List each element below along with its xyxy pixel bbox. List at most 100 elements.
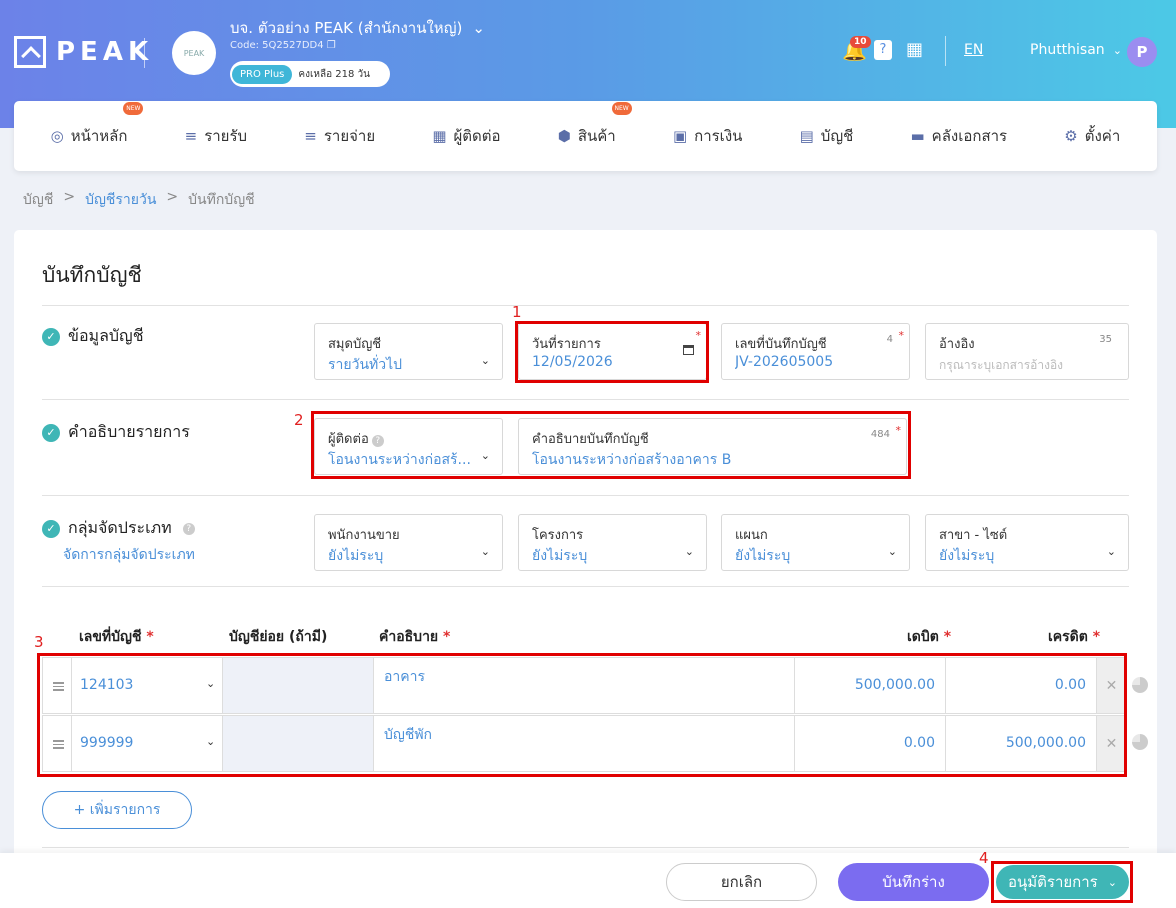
field-label: สมุดบัญชี — [328, 337, 382, 352]
nav-accounting-label: บัญชี — [820, 127, 854, 145]
highlight-box-4 — [991, 861, 1133, 903]
nav-income[interactable]: ≡ รายรับ — [185, 124, 247, 148]
field-value: ยังไม่ระบุ — [328, 548, 384, 564]
char-count: 35 — [1099, 334, 1112, 345]
nav-finance-label: การเงิน — [694, 127, 743, 145]
peak-logo[interactable]: PEAK — [14, 36, 153, 68]
save-draft-button[interactable]: บันทึกร่าง — [838, 863, 989, 901]
company-avatar[interactable]: PEAK — [172, 31, 216, 75]
box-icon: ⬢ — [557, 127, 571, 145]
field-label: อ้างอิง — [939, 337, 975, 352]
breadcrumb-journal[interactable]: บัญชีรายวัน — [85, 189, 156, 211]
field-value: ยังไม่ระบุ — [532, 548, 588, 564]
required-mark: * — [943, 629, 952, 645]
nav-settings-label: ตั้งค่า — [1084, 127, 1121, 145]
project-select[interactable]: โครงการ ยังไม่ระบุ ⌄ — [518, 514, 707, 571]
chevron-down-icon: ⌄ — [480, 545, 490, 558]
field-label: แผนก — [735, 528, 768, 543]
field-label: พนักงานขาย — [328, 528, 400, 543]
breadcrumb-accounting[interactable]: บัญชี — [23, 189, 53, 211]
salesperson-select[interactable]: พนักงานขายยังไม่ระบุ ⌄ — [314, 514, 503, 571]
dashboard-icon: ◎ — [50, 127, 64, 145]
col-header-text: เลขที่บัญชี — [79, 629, 142, 645]
divider — [42, 847, 1129, 848]
main-nav: ◎ หน้าหลัก NEW ≡ รายรับ ≡ รายจ่าย ▦ ผู้ติดต่อ… — [14, 101, 1157, 171]
required-mark: * — [146, 629, 154, 645]
field-placeholder: กรุณาระบุเอกสารอ้างอิง — [939, 358, 1064, 372]
field-value: ยังไม่ระบุ — [939, 548, 995, 564]
doc-number-field[interactable]: เลขที่บันทึกบัญชี JV-202605005 4 * — [721, 323, 910, 380]
nav-settings[interactable]: ⚙ ตั้งค่า — [1064, 124, 1120, 148]
nav-contacts[interactable]: ▦ ผู้ติดต่อ — [432, 124, 500, 148]
folder-icon: ▬ — [910, 127, 925, 145]
divider — [945, 36, 946, 66]
nav-accounting[interactable]: ▤ บัญชี — [800, 124, 854, 148]
divider — [42, 399, 1129, 400]
new-badge: NEW — [123, 102, 144, 115]
company-switcher[interactable]: บจ. ตัวอย่าง PEAK (สำนักงานใหญ่) ⌄ — [230, 16, 485, 40]
section-title: ข้อมูลบัญชี — [68, 326, 144, 345]
highlight-box-1 — [515, 321, 709, 383]
branch-select[interactable]: สาขา - ไซต์ยังไม่ระบุ ⌄ — [925, 514, 1129, 571]
chevron-down-icon: ⌄ — [1106, 545, 1116, 558]
breadcrumb-current: บันทึกบัญชี — [188, 192, 255, 208]
field-value: รายวันทั่วไป — [328, 357, 403, 373]
user-avatar-initial: P — [1136, 43, 1148, 61]
copy-icon[interactable]: ❐ — [327, 40, 336, 51]
annotation-number-1: 1 — [512, 303, 522, 321]
page-title: บันทึกบัญชี — [42, 263, 142, 287]
nav-finance[interactable]: ▣ การเงิน — [673, 124, 742, 148]
apps-grid-icon[interactable]: ▦ — [906, 39, 923, 61]
money-icon: ▣ — [672, 127, 688, 145]
add-row-button[interactable]: + เพิ่มรายการ — [42, 791, 192, 829]
allocation-pie-icon[interactable] — [1132, 677, 1148, 693]
nav-contacts-label: ผู้ติดต่อ — [453, 127, 501, 145]
plan-name: PRO Plus — [232, 64, 293, 84]
divider — [42, 586, 1129, 587]
journal-select[interactable]: สมุดบัญชี รายวันทั่วไป ⌄ — [314, 323, 503, 380]
help-icon[interactable]: ? — [182, 522, 195, 535]
chevron-down-icon: ⌄ — [472, 19, 485, 37]
chevron-down-icon: ⌄ — [684, 545, 694, 558]
notification-count: 10 — [850, 36, 871, 48]
user-avatar[interactable]: P — [1127, 37, 1157, 67]
check-circle-icon: ✓ — [42, 519, 60, 538]
section-grouping: ✓ กลุ่มจัดประเภท? — [42, 516, 195, 541]
company-avatar-text: PEAK — [183, 48, 205, 58]
field-label: สาขา - ไซต์ — [939, 528, 1008, 543]
allocation-pie-icon[interactable] — [1132, 734, 1148, 750]
required-mark: * — [443, 629, 451, 645]
col-header-text: คำอธิบาย — [379, 629, 439, 645]
highlight-box-3 — [37, 653, 1127, 777]
chevron-down-icon: ⌄ — [887, 545, 897, 558]
col-credit: เครดิต * — [1048, 626, 1100, 648]
nav-products[interactable]: ⬢ สินค้า NEW — [557, 102, 632, 148]
manage-groups-link[interactable]: จัดการกลุ่มจัดประเภท — [63, 544, 195, 566]
language-switch[interactable]: EN — [964, 42, 983, 58]
highlight-box-2 — [311, 411, 911, 479]
cancel-button[interactable]: ยกเลิก — [666, 863, 817, 901]
nav-expense-label: รายจ่าย — [323, 127, 376, 145]
company-code: Code: 5Q2527DD4 ❐ — [230, 40, 336, 51]
nav-documents[interactable]: ▬ คลังเอกสาร — [910, 124, 1007, 148]
department-select[interactable]: แผนก ยังไม่ระบุ ⌄ — [721, 514, 910, 571]
divider — [144, 38, 145, 68]
annotation-number-2: 2 — [294, 411, 304, 429]
divider — [42, 495, 1129, 496]
section-title: กลุ่มจัดประเภท — [68, 518, 172, 537]
nav-expense[interactable]: ≡ รายจ่าย — [304, 124, 375, 148]
required-mark: * — [898, 329, 905, 342]
new-badge: NEW — [611, 102, 632, 115]
nav-products-label: สินค้า — [577, 127, 616, 145]
company-name: บจ. ตัวอย่าง PEAK (สำนักงานใหญ่) — [230, 19, 463, 37]
col-subaccount: บัญชีย่อย (ถ้ามี) — [229, 629, 328, 645]
nav-home[interactable]: ◎ หน้าหลัก NEW — [50, 102, 144, 148]
col-description: คำอธิบาย * — [379, 626, 450, 648]
help-book-icon[interactable]: ? — [874, 40, 892, 60]
reference-field[interactable]: อ้างอิงกรุณาระบุเอกสารอ้างอิง 35 — [925, 323, 1129, 380]
building-icon: ▦ — [432, 127, 447, 145]
char-count: 4 — [886, 334, 893, 345]
user-menu[interactable]: Phutthisan ⌄ — [1030, 42, 1122, 58]
check-circle-icon: ✓ — [42, 327, 60, 346]
field-value: JV-202605005 — [735, 354, 834, 370]
